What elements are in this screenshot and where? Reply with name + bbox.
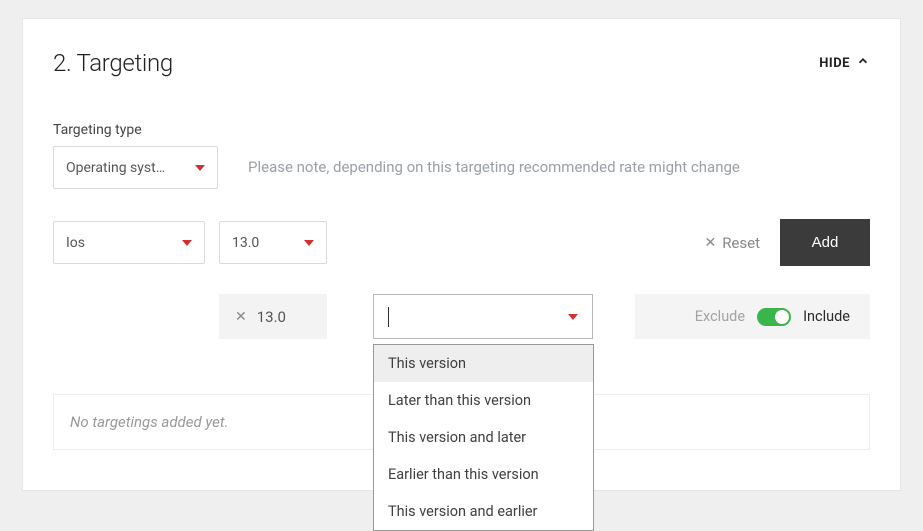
toggle-switch[interactable]	[757, 308, 791, 326]
version-chip[interactable]: ✕ 13.0	[219, 294, 327, 339]
os-value: Ios	[66, 235, 85, 251]
chevron-up-icon	[856, 54, 870, 72]
dropdown-option[interactable]: Later than this version	[374, 382, 593, 419]
targeting-type-label: Targeting type	[53, 122, 218, 138]
targeting-type-select[interactable]: Operating syst…	[53, 146, 218, 189]
reset-label: Reset	[722, 234, 760, 252]
version-condition-select[interactable]: This version Later than this version Thi…	[373, 294, 593, 339]
targeting-type-value: Operating syst…	[66, 160, 165, 176]
os-version-select[interactable]: 13.0	[219, 221, 327, 264]
hide-label: HIDE	[819, 56, 850, 71]
dropdown-option[interactable]: Earlier than this version	[374, 456, 593, 493]
caret-down-icon	[182, 240, 192, 246]
hide-button[interactable]: HIDE	[819, 54, 870, 72]
targeting-panel: 2. Targeting HIDE Targeting type Operati…	[22, 18, 901, 491]
os-select[interactable]: Ios	[53, 221, 205, 264]
dropdown-option[interactable]: This version and earlier	[374, 493, 593, 530]
caret-down-icon	[195, 165, 205, 171]
chip-label: 13.0	[257, 308, 286, 326]
dropdown-option[interactable]: This version	[374, 345, 593, 382]
switch-knob	[775, 310, 789, 324]
exclude-label: Exclude	[695, 308, 745, 325]
close-icon: ✕	[704, 235, 716, 251]
dropdown-option[interactable]: This version and later	[374, 419, 593, 456]
targeting-note: Please note, depending on this targeting…	[248, 122, 740, 176]
include-exclude-toggle: Exclude Include	[635, 294, 870, 339]
section-title: 2. Targeting	[53, 49, 173, 77]
include-label: Include	[803, 308, 850, 325]
os-version-value: 13.0	[232, 235, 259, 251]
caret-down-icon	[304, 240, 314, 246]
version-condition-dropdown: This version Later than this version Thi…	[373, 344, 594, 531]
text-cursor	[388, 307, 389, 327]
caret-down-icon	[568, 314, 578, 320]
close-icon[interactable]: ✕	[235, 309, 247, 325]
add-button[interactable]: Add	[780, 219, 870, 266]
version-condition-input[interactable]	[373, 294, 593, 339]
reset-button[interactable]: ✕ Reset	[704, 234, 760, 252]
